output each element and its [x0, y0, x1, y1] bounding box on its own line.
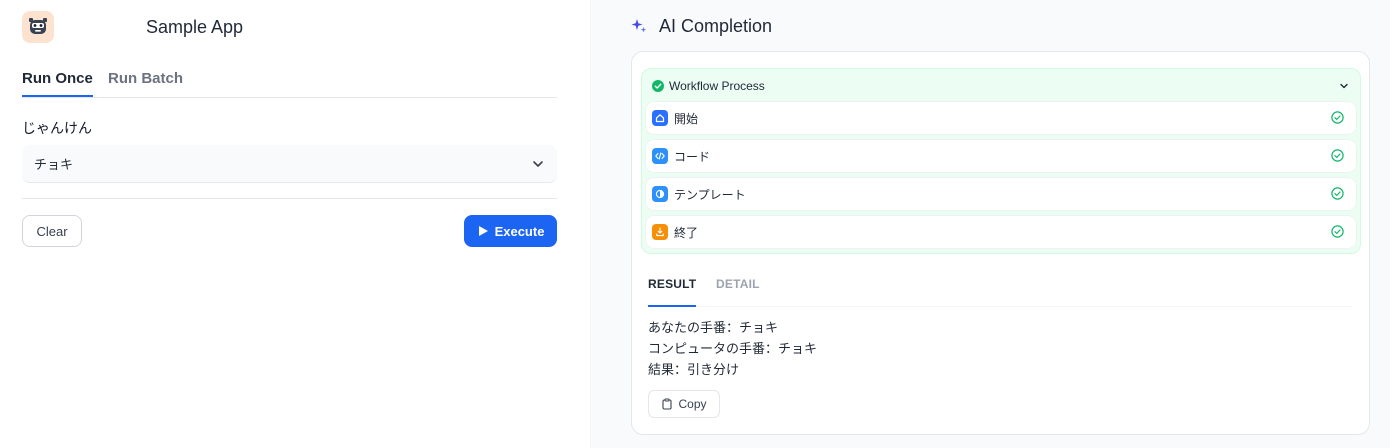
step-label: テンプレート — [674, 187, 746, 202]
workflow-step-template[interactable]: テンプレート — [646, 178, 1356, 210]
execute-button[interactable]: Execute — [464, 215, 557, 247]
divider — [22, 198, 557, 199]
check-circle-icon — [1331, 225, 1344, 238]
run-mode-tabs: Run Once Run Batch — [22, 62, 557, 98]
copy-label: Copy — [678, 397, 707, 411]
check-circle-icon — [1331, 111, 1344, 124]
check-circle-icon — [1331, 187, 1344, 200]
result-line: あなたの手番：チョキ — [648, 320, 779, 335]
result-tabs: RESULT DETAIL — [648, 266, 1353, 307]
success-check-circle-icon — [652, 80, 664, 92]
result-output: あなたの手番：チョキ コンピュータの手番：チョキ 結果：引き分け — [648, 317, 817, 380]
tab-detail[interactable]: DETAIL — [716, 277, 760, 307]
app-logo — [22, 11, 54, 43]
select-value: チョキ — [34, 157, 74, 172]
flag-end-icon — [652, 224, 668, 240]
workflow-step-start[interactable]: 開始 — [646, 102, 1356, 134]
tab-run-once[interactable]: Run Once — [22, 70, 93, 97]
execute-label: Execute — [494, 223, 545, 239]
step-label: コード — [674, 149, 711, 164]
template-icon — [652, 186, 668, 202]
result-line: 結果：引き分け — [648, 362, 740, 377]
janken-select[interactable]: チョキ — [22, 145, 557, 183]
play-icon — [478, 226, 488, 236]
code-icon — [652, 148, 668, 164]
copy-button[interactable]: Copy — [648, 390, 720, 418]
right-panel: AI Completion Workflow Process 開始 コード テン… — [590, 0, 1390, 448]
check-circle-icon — [1331, 149, 1344, 162]
app-title: Sample App — [146, 17, 244, 37]
workflow-title: Workflow Process — [669, 79, 765, 93]
left-panel: Sample App Run Once Run Batch じゃんけん チョキ … — [0, 0, 590, 448]
workflow-step-code[interactable]: コード — [646, 140, 1356, 172]
step-label: 開始 — [674, 111, 699, 126]
completion-header: AI Completion — [631, 14, 772, 38]
home-icon — [652, 110, 668, 126]
field-label: じゃんけん — [22, 120, 92, 136]
workflow-header[interactable]: Workflow Process — [652, 79, 765, 93]
robot-avatar-icon — [29, 18, 47, 34]
result-line: コンピュータの手番：チョキ — [648, 341, 818, 356]
result-card: Workflow Process 開始 コード テンプレート 終了 RESULT… — [631, 51, 1370, 435]
workflow-step-end[interactable]: 終了 — [646, 216, 1356, 248]
workflow-process-panel: Workflow Process 開始 コード テンプレート 終了 — [641, 68, 1361, 254]
completion-title: AI Completion — [659, 15, 773, 36]
clipboard-icon — [662, 398, 673, 410]
step-label: 終了 — [674, 225, 699, 240]
chevron-down-icon — [533, 161, 543, 167]
clear-button[interactable]: Clear — [22, 215, 82, 247]
sparkle-icon — [631, 19, 647, 33]
chevron-down-icon[interactable] — [1338, 80, 1350, 92]
tab-result[interactable]: RESULT — [648, 277, 697, 307]
tab-run-batch[interactable]: Run Batch — [108, 70, 183, 97]
